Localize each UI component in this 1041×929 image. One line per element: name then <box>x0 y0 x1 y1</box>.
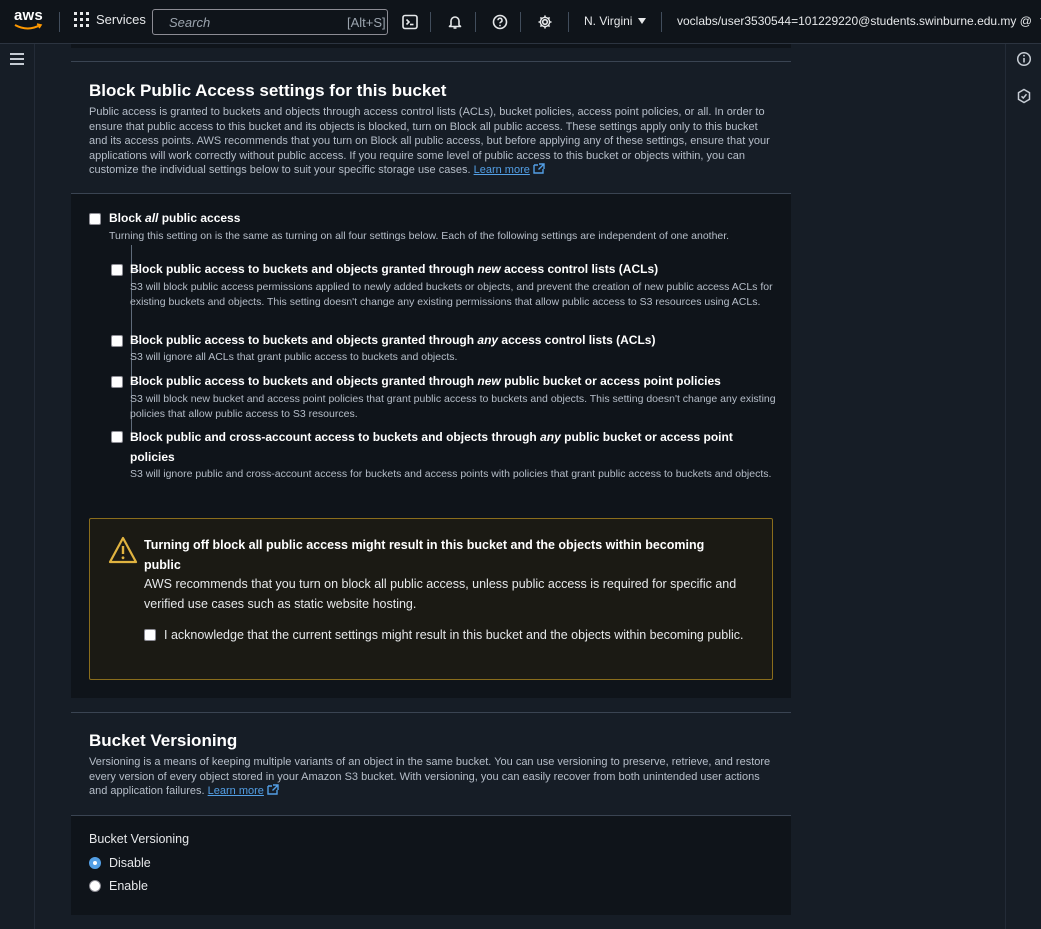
nav-divider <box>430 12 431 32</box>
section-description: Versioning is a means of keeping multipl… <box>89 755 773 799</box>
help-icon[interactable] <box>490 12 510 32</box>
services-grid-icon <box>74 12 89 27</box>
block-all-checkbox[interactable] <box>89 213 101 225</box>
block-any-acls-checkbox[interactable] <box>111 335 123 347</box>
warning-title: Turning off block all public access migh… <box>144 538 705 572</box>
top-navigation-bar: aws Services [Alt+S] N. Virgini voclabs/… <box>0 0 1041 44</box>
section-description: Public access is granted to buckets and … <box>89 105 773 178</box>
main-content: Block Public Access settings for this bu… <box>35 44 1005 929</box>
left-side-rail <box>0 44 35 929</box>
nav-divider <box>520 12 521 32</box>
option-label-suffix: access control lists (ACLs) <box>498 333 656 347</box>
aws-logo[interactable]: aws <box>14 7 46 33</box>
region-selector[interactable]: N. Virgini <box>584 14 647 28</box>
learn-more-label: Learn more <box>207 785 264 797</box>
versioning-disable-radio[interactable] <box>89 857 101 869</box>
block-new-acls-label[interactable]: Block public access to buckets and objec… <box>130 259 780 279</box>
block-any-acls-label[interactable]: Block public access to buckets and objec… <box>130 330 780 350</box>
description-text: Public access is granted to buckets and … <box>89 106 770 176</box>
option-label-emphasis: new <box>477 374 501 388</box>
option-label-emphasis: any <box>540 430 561 444</box>
nav-divider <box>661 12 662 32</box>
block-new-acls-checkbox[interactable] <box>111 264 123 276</box>
chevron-down-icon <box>638 18 647 24</box>
info-icon[interactable] <box>1016 51 1032 67</box>
bell-icon[interactable] <box>445 12 465 32</box>
menu-icon[interactable] <box>10 53 24 65</box>
versioning-disable-label[interactable]: Disable <box>109 856 151 870</box>
right-side-rail <box>1005 44 1041 929</box>
previous-panel-edge <box>71 44 791 48</box>
block-all-label[interactable]: Block all public access <box>109 208 240 228</box>
aws-smile-icon <box>14 23 43 30</box>
description-text: Versioning is a means of keeping multipl… <box>89 756 771 797</box>
search-input[interactable] <box>169 14 347 30</box>
option-label-prefix: Block public access to buckets and objec… <box>130 374 478 388</box>
external-link-icon <box>267 784 279 795</box>
nav-divider <box>59 12 60 32</box>
search-shortcut-hint: [Alt+S] <box>347 14 386 30</box>
warning-icon <box>108 536 138 564</box>
learn-more-link[interactable]: Learn more <box>207 784 279 797</box>
section-title: Block Public Access settings for this bu… <box>89 81 447 100</box>
option-label-suffix: access control lists (ACLs) <box>500 262 659 276</box>
option-label-emphasis: any <box>477 333 499 347</box>
learn-more-link[interactable]: Learn more <box>473 163 545 176</box>
nav-divider <box>475 12 476 32</box>
block-all-label-prefix: Block <box>109 211 146 225</box>
bucket-versioning-header: Bucket Versioning Versioning is a means … <box>71 712 791 816</box>
block-any-policies-description: S3 will ignore public and cross-account … <box>130 468 772 480</box>
account-menu[interactable]: voclabs/user3530544=101229220@students.s… <box>677 14 1041 28</box>
option-label-prefix: Block public access to buckets and objec… <box>130 262 478 276</box>
block-all-label-emphasis: all <box>145 211 159 225</box>
option-label-prefix: Block public access to buckets and objec… <box>130 333 478 347</box>
block-any-acls-description: S3 will ignore all ACLs that grant publi… <box>130 351 458 363</box>
account-label: voclabs/user3530544=101229220@students.s… <box>677 14 1032 28</box>
block-any-policies-checkbox[interactable] <box>111 431 123 443</box>
bucket-versioning-panel: Bucket Versioning Versioning is a means … <box>71 712 791 915</box>
services-label: Services <box>96 12 146 27</box>
block-all-description: Turning this setting on is the same as t… <box>109 230 730 242</box>
option-label-emphasis: new <box>477 262 501 276</box>
external-link-icon <box>533 163 545 174</box>
search-box[interactable]: [Alt+S] <box>152 9 388 35</box>
warning-body: AWS recommends that you turn on block al… <box>144 577 737 611</box>
versioning-enable-label[interactable]: Enable <box>109 879 148 893</box>
learn-more-label: Learn more <box>473 164 530 176</box>
versioning-enable-radio[interactable] <box>89 880 101 892</box>
feedback-hexagon-icon[interactable] <box>1016 88 1032 104</box>
versioning-field-label: Bucket Versioning <box>89 832 190 846</box>
cloudshell-icon[interactable] <box>400 12 420 32</box>
option-label-prefix: Block public and cross-account access to… <box>130 430 541 444</box>
block-new-acls-description: S3 will block public access permissions … <box>130 281 773 308</box>
aws-logo-text: aws <box>14 7 43 24</box>
section-title: Bucket Versioning <box>89 731 238 750</box>
acknowledge-label[interactable]: I acknowledge that the current settings … <box>164 625 764 645</box>
block-any-policies-label[interactable]: Block public and cross-account access to… <box>130 427 760 467</box>
block-public-access-header: Block Public Access settings for this bu… <box>71 61 791 194</box>
public-access-warning-alert: Turning off block all public access migh… <box>89 518 773 680</box>
block-all-label-suffix: public access <box>158 211 241 225</box>
option-label-suffix: public bucket or access point policies <box>500 374 721 388</box>
region-label: N. Virgini <box>584 14 633 28</box>
acknowledge-checkbox[interactable] <box>144 629 156 641</box>
gear-icon[interactable] <box>535 12 555 32</box>
services-menu-button[interactable]: Services <box>74 12 146 27</box>
block-new-policies-checkbox[interactable] <box>111 376 123 388</box>
nav-divider <box>568 12 569 32</box>
block-new-policies-label[interactable]: Block public access to buckets and objec… <box>130 371 780 391</box>
block-new-policies-description: S3 will block new bucket and access poin… <box>130 393 776 420</box>
